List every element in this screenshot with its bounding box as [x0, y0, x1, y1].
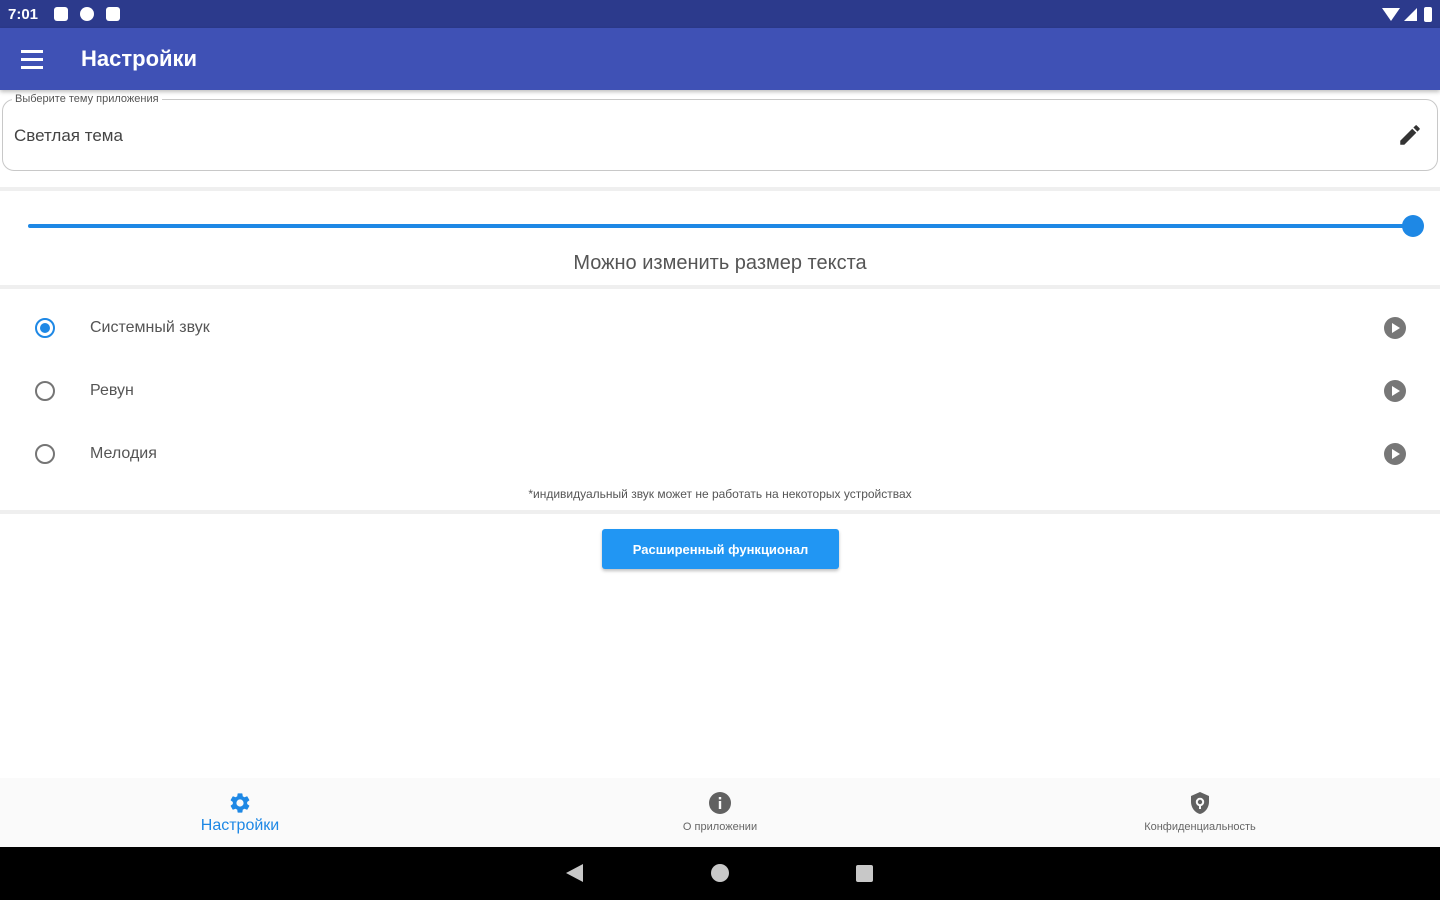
battery-icon — [1424, 6, 1432, 22]
app-notification-icon — [80, 7, 95, 21]
status-indicators — [1382, 6, 1432, 22]
nav-item-about[interactable]: О приложении — [480, 778, 960, 847]
sound-option-label: Системный звук — [90, 319, 210, 336]
radio-button-checked[interactable] — [35, 318, 55, 338]
page-title: Настройки — [81, 46, 198, 71]
section-divider — [0, 187, 1440, 191]
play-icon[interactable] — [1384, 443, 1406, 465]
menu-icon-line — [21, 57, 43, 61]
back-icon[interactable] — [566, 864, 583, 882]
advanced-features-button[interactable]: Расширенный функционал — [602, 529, 839, 569]
notification-icon — [54, 7, 69, 21]
sound-option-label: Мелодия — [90, 445, 157, 462]
play-icon[interactable] — [1384, 317, 1406, 339]
bottom-navigation: Настройки О приложении Конфиденциальност… — [0, 778, 1440, 847]
radio-button[interactable] — [35, 381, 55, 401]
sound-option-label: Ревун — [90, 382, 134, 399]
nav-label: Настройки — [200, 817, 280, 834]
app-bar: Настройки — [0, 28, 1440, 90]
info-icon — [707, 790, 733, 816]
sound-note: *индивидуальный звук может не работать н… — [528, 487, 912, 501]
sd-card-icon — [106, 7, 121, 21]
slider-thumb[interactable] — [1402, 215, 1424, 237]
slider-track — [28, 224, 1413, 228]
system-navigation-bar — [0, 847, 1440, 900]
gear-icon — [227, 790, 253, 816]
recents-icon[interactable] — [856, 865, 873, 882]
theme-field-value: Светлая тема — [14, 126, 123, 145]
nav-label: Конфиденциальность — [1144, 821, 1256, 833]
text-size-slider[interactable] — [28, 212, 1424, 240]
nav-item-settings[interactable]: Настройки — [0, 778, 480, 847]
signal-icon — [1404, 7, 1417, 21]
menu-icon-line — [21, 65, 43, 69]
wifi-icon — [1382, 7, 1400, 21]
privacy-shield-icon — [1187, 790, 1213, 816]
pencil-icon[interactable] — [1397, 122, 1423, 148]
status-time: 7:01 — [8, 5, 39, 23]
sound-option[interactable]: Мелодия — [0, 429, 1440, 479]
play-icon[interactable] — [1384, 380, 1406, 402]
nav-item-privacy[interactable]: Конфиденциальность — [960, 778, 1440, 847]
home-icon[interactable] — [711, 864, 729, 882]
nav-label: О приложении — [682, 821, 758, 833]
section-divider — [0, 285, 1440, 289]
status-bar: 7:01 — [0, 0, 1440, 28]
sound-option[interactable]: Ревун — [0, 366, 1440, 416]
theme-select-field[interactable]: Выберите тему приложения Светлая тема — [2, 93, 1438, 171]
text-size-label: Можно изменить размер текста — [573, 252, 867, 274]
sound-option[interactable]: Системный звук — [0, 303, 1440, 353]
section-divider — [0, 510, 1440, 514]
menu-icon-line — [21, 49, 43, 53]
theme-field-label: Выберите тему приложения — [12, 93, 162, 105]
menu-button[interactable] — [0, 28, 64, 90]
radio-button[interactable] — [35, 444, 55, 464]
